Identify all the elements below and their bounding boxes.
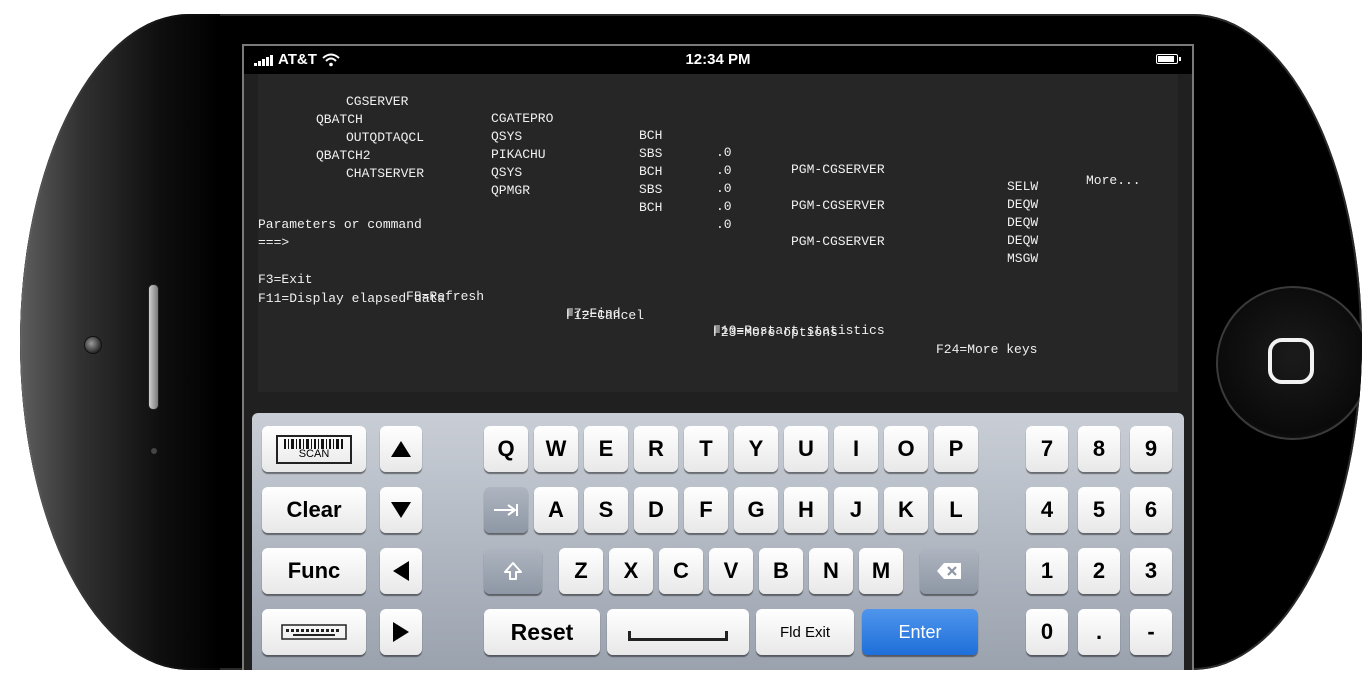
home-button[interactable]	[1216, 286, 1362, 440]
num-key-7[interactable]: 7	[1026, 426, 1068, 472]
key-o[interactable]: O	[884, 426, 928, 472]
key-f[interactable]: F	[684, 487, 728, 533]
arrow-left-icon	[393, 561, 409, 581]
key-g[interactable]: G	[734, 487, 778, 533]
key-i[interactable]: I	[834, 426, 878, 472]
arrow-up-icon	[391, 441, 411, 457]
table-row: CHATSERVER QPMGR BCH .0 PGM-CGSERVER MSG…	[346, 166, 1039, 266]
keyboard-toggle-button[interactable]	[262, 609, 366, 655]
table-row: QBATCH QSYS SBS .0 DEQW	[316, 112, 1039, 212]
terminal-screen[interactable]: CGSERVER CGATEPRO BCH .0 PGM-CGSERVER SE…	[258, 74, 1178, 392]
command-prompt[interactable]: ===>	[258, 234, 289, 251]
key-n[interactable]: N	[809, 548, 853, 594]
arrow-right-button[interactable]	[380, 609, 422, 655]
phone-frame: AT&T 12:34 PM CGSERVER CGATEPRO BCH .0 P…	[20, 14, 1362, 670]
key-a[interactable]: A	[534, 487, 578, 533]
num-key-0[interactable]: 0	[1026, 609, 1068, 655]
key-l[interactable]: L	[934, 487, 978, 533]
num-key-5[interactable]: 5	[1078, 487, 1120, 533]
barcode-icon: SCAN	[276, 434, 352, 464]
scan-label: SCAN	[298, 447, 330, 460]
num-key-2[interactable]: 2	[1078, 548, 1120, 594]
key-j[interactable]: J	[834, 487, 878, 533]
clock: 12:34 PM	[685, 51, 751, 68]
key-q[interactable]: Q	[484, 426, 528, 472]
key-b[interactable]: B	[759, 548, 803, 594]
shift-key[interactable]	[484, 548, 542, 594]
scan-button[interactable]: SCAN	[262, 426, 366, 472]
key-c[interactable]: C	[659, 548, 703, 594]
key-r[interactable]: R	[634, 426, 678, 472]
status-bar: AT&T 12:34 PM	[244, 46, 1192, 74]
num-key-8[interactable]: 8	[1078, 426, 1120, 472]
keyboard-icon	[281, 624, 347, 640]
phone-sheen	[20, 14, 220, 670]
num-key-4[interactable]: 4	[1026, 487, 1068, 533]
fkeys-line-1: F3=Exit F5=Refresh F7=Find F10=Restart s…	[258, 254, 1178, 338]
num-key-9[interactable]: 9	[1130, 426, 1172, 472]
mic-dot	[150, 447, 158, 455]
fkey[interactable]: F24=More keys	[936, 341, 1037, 358]
key-y[interactable]: Y	[734, 426, 778, 472]
virtual-keyboard: SCAN Clear Func Q W E R T Y U I O P A S …	[252, 413, 1184, 670]
arrow-up-button[interactable]	[380, 426, 422, 472]
key-t[interactable]: T	[684, 426, 728, 472]
arrow-right-icon	[393, 622, 409, 642]
fkey[interactable]: F11=Display elapsed data	[258, 290, 445, 307]
key-w[interactable]: W	[534, 426, 578, 472]
shift-icon	[504, 562, 522, 580]
table-row: CGSERVER CGATEPRO BCH .0 PGM-CGSERVER SE…	[346, 94, 1039, 194]
enter-button[interactable]: Enter	[862, 609, 978, 655]
field-exit-button[interactable]: Fld Exit	[756, 609, 854, 655]
num-key-1[interactable]: 1	[1026, 548, 1068, 594]
arrow-left-button[interactable]	[380, 548, 422, 594]
num-key-3[interactable]: 3	[1130, 548, 1172, 594]
screen: AT&T 12:34 PM CGSERVER CGATEPRO BCH .0 P…	[242, 44, 1194, 670]
key-h[interactable]: H	[784, 487, 828, 533]
key-d[interactable]: D	[634, 487, 678, 533]
backspace-key[interactable]	[920, 548, 978, 594]
tab-key[interactable]	[484, 487, 528, 533]
home-square-icon	[1268, 338, 1314, 384]
camera-dot	[84, 336, 102, 354]
fkey[interactable]: F23=More options	[713, 324, 838, 341]
clear-button[interactable]: Clear	[262, 487, 366, 533]
key-k[interactable]: K	[884, 487, 928, 533]
table-row: QBATCH2 QSYS SBS .0 DEQW	[316, 148, 1039, 248]
key-v[interactable]: V	[709, 548, 753, 594]
reset-button[interactable]: Reset	[484, 609, 600, 655]
arrow-down-button[interactable]	[380, 487, 422, 533]
fkeys-line-2: F11=Display elapsed data F12=Cancel F23=…	[258, 273, 1178, 357]
num-key-6[interactable]: 6	[1130, 487, 1172, 533]
key-s[interactable]: S	[584, 487, 628, 533]
battery-icon	[1156, 54, 1181, 64]
table-row: OUTQDTAQCL PIKACHU BCH .0 PGM-CGSERVER D…	[346, 130, 1039, 230]
space-icon	[628, 631, 728, 641]
backspace-icon	[937, 563, 961, 579]
fkey[interactable]: F12=Cancel	[566, 307, 644, 324]
num-key-minus[interactable]: -	[1130, 609, 1172, 655]
volume-button	[148, 284, 159, 410]
key-e[interactable]: E	[584, 426, 628, 472]
key-z[interactable]: Z	[559, 548, 603, 594]
prompt-label: Parameters or command	[258, 217, 422, 232]
space-key[interactable]	[607, 609, 749, 655]
arrow-down-icon	[391, 502, 411, 518]
key-x[interactable]: X	[609, 548, 653, 594]
func-button[interactable]: Func	[262, 548, 366, 594]
key-u[interactable]: U	[784, 426, 828, 472]
key-p[interactable]: P	[934, 426, 978, 472]
more-indicator: More...	[1086, 173, 1141, 188]
num-key-period[interactable]: .	[1078, 609, 1120, 655]
key-m[interactable]: M	[859, 548, 903, 594]
tab-icon	[494, 504, 518, 516]
